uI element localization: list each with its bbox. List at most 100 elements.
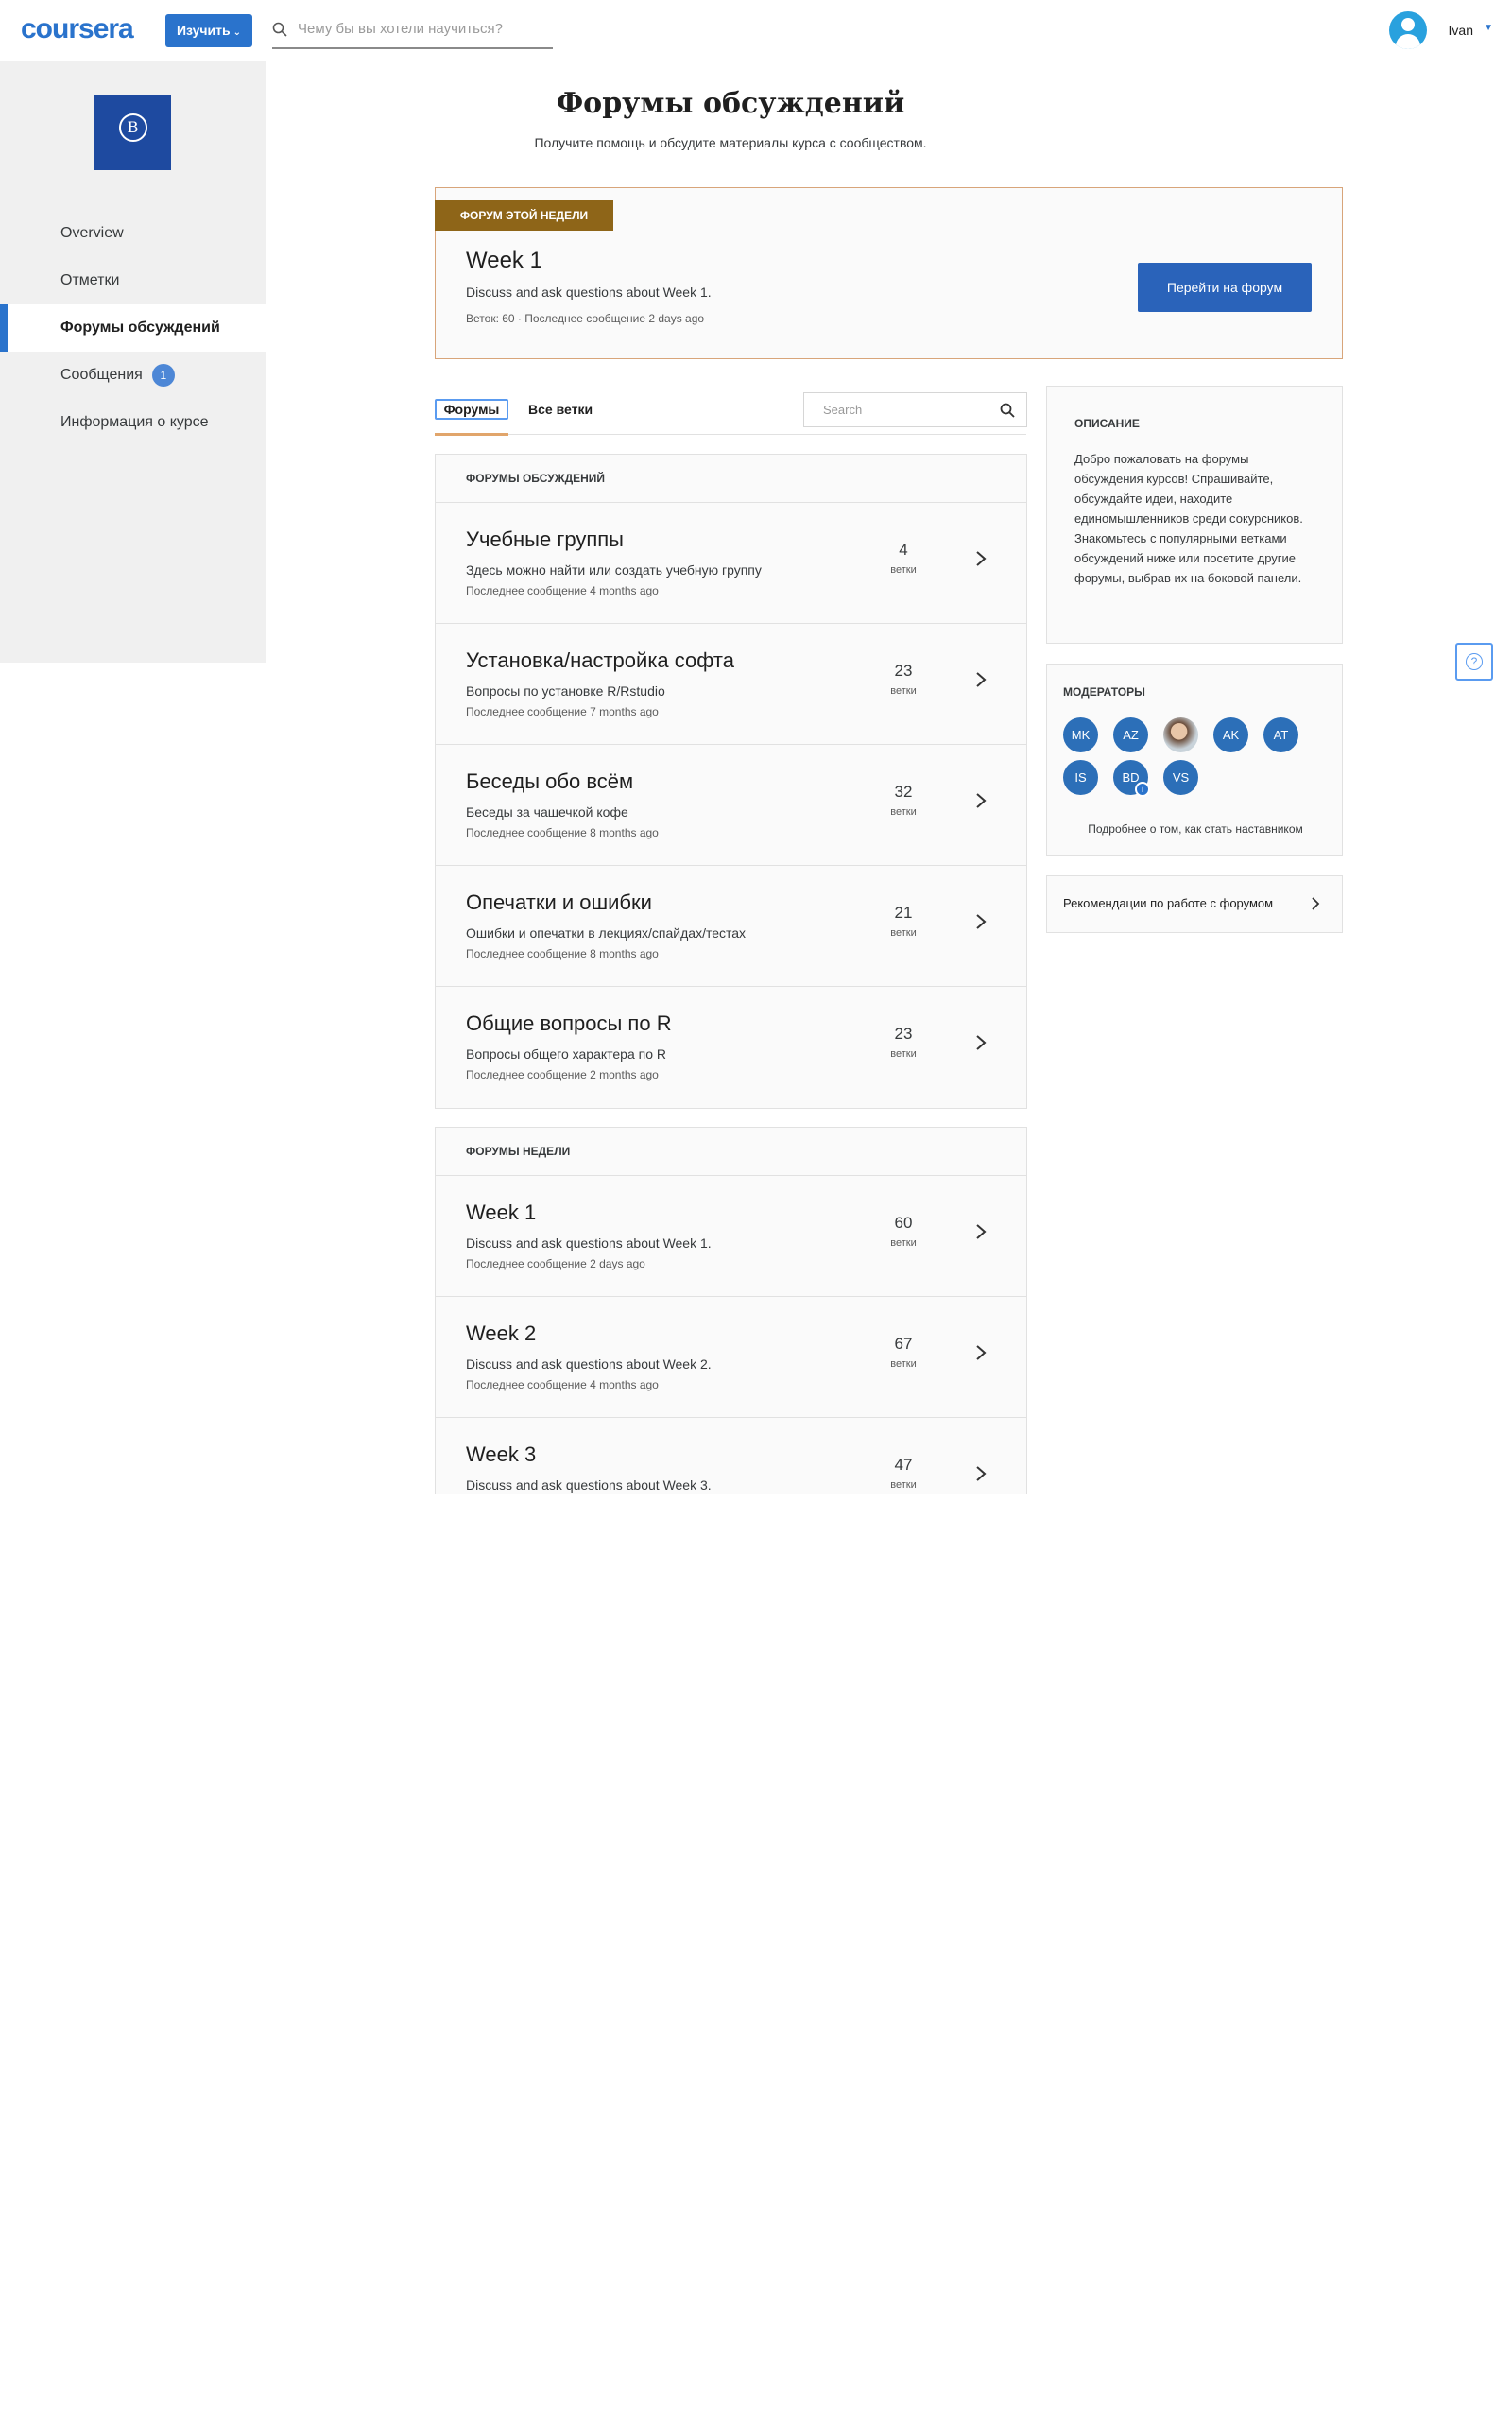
forum-row[interactable]: Учебные группы Здесь можно найти или соз… <box>436 503 1026 624</box>
user-name: Ivan <box>1448 23 1473 38</box>
forum-title[interactable]: Общие вопросы по R <box>466 1011 672 1036</box>
forum-title[interactable]: Опечатки и ошибки <box>466 890 652 915</box>
forum-title[interactable]: Week 1 <box>466 1200 536 1225</box>
forum-title[interactable]: Week 3 <box>466 1442 536 1467</box>
forum-description: Вопросы по установке R/Rstudio <box>466 683 665 699</box>
sidebar-item-label: Информация о курсе <box>60 414 209 430</box>
featured-forum-card: ФОРУМ ЭТОЙ НЕДЕЛИ Week 1 Discuss and ask… <box>435 187 1343 359</box>
chevron-right-icon[interactable] <box>974 913 988 930</box>
moderator-avatar[interactable]: AZ <box>1113 717 1148 752</box>
forum-guidelines-link[interactable]: Рекомендации по работе с форумом <box>1046 875 1343 933</box>
forum-last-post: Последнее сообщение 2 months ago <box>466 1068 659 1081</box>
moderator-avatar[interactable]: IS <box>1063 760 1098 795</box>
week-forums-section: ФОРУМЫ НЕДЕЛИ Week 1 Discuss and ask que… <box>435 1127 1027 1494</box>
forum-row[interactable]: Week 3 Discuss and ask questions about W… <box>436 1418 1026 1494</box>
chevron-right-icon[interactable] <box>974 1223 988 1240</box>
sidebar-item-course-info[interactable]: Информация о курсе <box>0 399 266 446</box>
search-placeholder: Чему бы вы хотели научиться? <box>298 21 503 37</box>
help-button[interactable]: ? <box>1455 643 1493 681</box>
moderator-photo-avatar[interactable] <box>1163 717 1198 752</box>
chevron-right-icon[interactable] <box>974 1344 988 1361</box>
thread-count: 47 <box>894 1456 913 1474</box>
chevron-right-icon[interactable] <box>974 1034 988 1051</box>
thread-count-label: ветки <box>890 927 917 939</box>
chevron-right-icon[interactable] <box>974 792 988 809</box>
moderator-avatar[interactable]: AK <box>1213 717 1248 752</box>
chevron-right-icon[interactable] <box>974 550 988 567</box>
messages-count-badge: 1 <box>151 363 175 387</box>
sidebar-item-label: Сообщения <box>60 367 143 383</box>
featured-forum-description: Discuss and ask questions about Week 1. <box>466 285 712 300</box>
featured-forum-tag: ФОРУМ ЭТОЙ НЕДЕЛИ <box>435 200 613 231</box>
explore-button-label: Изучить <box>176 23 231 38</box>
thread-count-label: ветки <box>890 1479 917 1491</box>
thread-count: 60 <box>894 1214 913 1232</box>
forum-row[interactable]: Опечатки и ошибки Ошибки и опечатки в ле… <box>436 866 1026 987</box>
moderators-header: МОДЕРАТОРЫ <box>1063 685 1145 699</box>
thread-count: 23 <box>894 1025 913 1043</box>
thread-count-label: ветки <box>890 1358 917 1370</box>
course-sidebar: В Overview Отметки Форумы обсуждений Соо… <box>0 61 266 663</box>
forum-title[interactable]: Учебные группы <box>466 527 624 552</box>
chevron-right-icon[interactable] <box>974 671 988 688</box>
sidebar-item-forums[interactable]: Форумы обсуждений <box>0 304 266 352</box>
forum-description: Discuss and ask questions about Week 1. <box>466 1235 712 1251</box>
user-menu[interactable]: Ivan ▼ <box>1380 11 1493 49</box>
forum-row[interactable]: Общие вопросы по R Вопросы общего характ… <box>436 987 1026 1108</box>
forum-title[interactable]: Week 2 <box>466 1321 536 1346</box>
forum-last-post: Последнее сообщение 7 months ago <box>466 705 659 718</box>
description-text: Добро пожаловать на форумы обсуждения ку… <box>1074 452 1303 585</box>
search-icon[interactable] <box>1000 403 1015 418</box>
thread-count-label: ветки <box>890 1237 917 1249</box>
forum-row[interactable]: Беседы обо всём Беседы за чашечкой кофе … <box>436 745 1026 866</box>
forum-last-post: Последнее сообщение 8 months ago <box>466 826 659 839</box>
thread-count-label: ветки <box>890 685 917 697</box>
thread-count-label: ветки <box>890 564 917 576</box>
thread-count: 32 <box>894 783 913 801</box>
explore-button[interactable]: Изучить ⌄ <box>165 14 252 47</box>
thread-count: 67 <box>894 1335 913 1353</box>
page-title: Форумы обсуждений <box>556 87 905 120</box>
forum-search-placeholder: Search <box>823 403 863 417</box>
thread-count: 23 <box>894 662 913 680</box>
forum-last-post: Последнее сообщение 4 months ago <box>466 584 659 597</box>
forum-last-post: Последнее сообщение 8 months ago <box>466 947 659 960</box>
forum-last-post: Последнее сообщение 2 days ago <box>466 1257 645 1270</box>
info-badge-icon: i <box>1135 782 1150 797</box>
moderators-card: МОДЕРАТОРЫ MK AZ AK AT IS BD i VS Подроб… <box>1046 664 1343 856</box>
go-to-forum-button[interactable]: Перейти на форум <box>1138 263 1312 312</box>
forum-row[interactable]: Установка/настройка софта Вопросы по уст… <box>436 624 1026 745</box>
sidebar-item-overview[interactable]: Overview <box>0 210 266 257</box>
tab-all-threads[interactable]: Все ветки <box>528 402 613 443</box>
forum-title[interactable]: Беседы обо всём <box>466 769 633 794</box>
become-mentor-link[interactable]: Подробнее о том, как стать наставником <box>1047 822 1344 836</box>
forum-last-post: Последнее сообщение 4 months ago <box>466 1378 659 1391</box>
chevron-right-icon[interactable] <box>974 1465 988 1482</box>
search-icon <box>272 22 287 37</box>
moderator-avatar-bd[interactable]: BD i <box>1113 760 1150 797</box>
thread-count-label: ветки <box>890 1048 917 1060</box>
caret-down-icon: ▼ <box>1484 23 1493 33</box>
moderator-avatar[interactable]: AT <box>1263 717 1298 752</box>
sidebar-item-messages[interactable]: Сообщения 1 <box>0 352 266 399</box>
chevron-down-icon: ⌄ <box>232 27 242 38</box>
sidebar-item-grades[interactable]: Отметки <box>0 257 266 304</box>
sidebar-item-label: Отметки <box>60 272 120 288</box>
forum-description: Discuss and ask questions about Week 2. <box>466 1356 712 1372</box>
moderator-avatar[interactable]: MK <box>1063 717 1098 752</box>
chevron-right-icon <box>1312 897 1320 910</box>
tab-forums[interactable]: Форумы <box>435 393 508 436</box>
forum-description: Вопросы общего характера по R <box>466 1046 667 1062</box>
forum-title[interactable]: Установка/настройка софта <box>466 648 734 673</box>
sidebar-item-label: Форумы обсуждений <box>60 319 220 336</box>
featured-forum-title[interactable]: Week 1 <box>466 248 542 274</box>
coursera-logo[interactable]: coursera <box>21 13 134 45</box>
thread-count: 21 <box>894 904 913 922</box>
tab-forums-label: Форумы <box>435 399 508 420</box>
forum-search-input[interactable]: Search <box>803 392 1027 427</box>
forum-row[interactable]: Week 1 Discuss and ask questions about W… <box>436 1176 1026 1297</box>
forum-row[interactable]: Week 2 Discuss and ask questions about W… <box>436 1297 1026 1418</box>
catalog-search-input[interactable]: Чему бы вы хотели научиться? <box>272 13 553 49</box>
moderator-avatar[interactable]: VS <box>1163 760 1198 795</box>
section-header: ФОРУМЫ ОБСУЖДЕНИЙ <box>436 455 1026 503</box>
